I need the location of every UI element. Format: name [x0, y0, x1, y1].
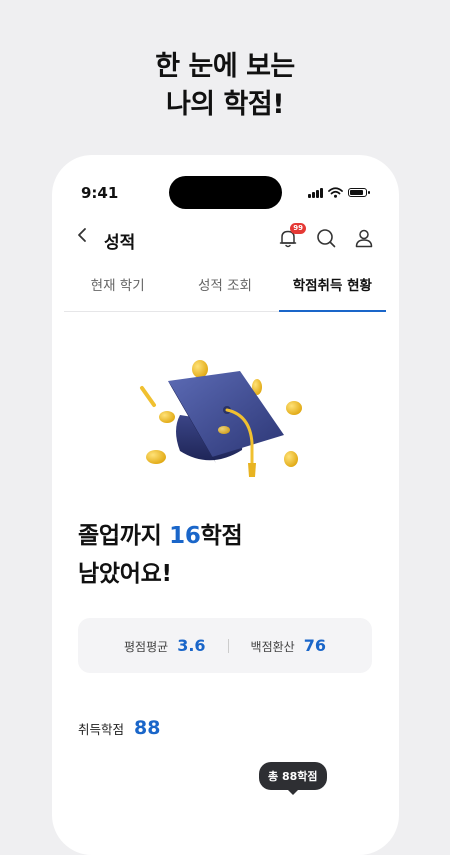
wifi-icon — [328, 187, 343, 198]
page-title: 성적 — [104, 233, 136, 253]
back-button[interactable] — [76, 227, 88, 248]
signal-icon — [308, 187, 323, 198]
status-icons — [308, 187, 370, 198]
graduation-headline: 졸업까지 16학점 남았어요! — [78, 517, 243, 593]
promo-line-2: 나의 학점! — [165, 89, 285, 120]
user-icon — [355, 229, 373, 248]
dynamic-island — [169, 176, 282, 209]
profile-button[interactable] — [353, 227, 375, 249]
gpa-label: 평점평균 — [124, 640, 169, 654]
gpa-value: 3.6 — [177, 636, 206, 655]
tab-credit-status[interactable]: 학점취득 현황 — [278, 273, 387, 312]
score-value: 76 — [303, 636, 326, 655]
remaining-credits: 16 — [169, 523, 201, 549]
search-icon — [317, 229, 336, 248]
tab-current-semester[interactable]: 현재 학기 — [64, 273, 171, 311]
battery-icon — [348, 188, 370, 197]
score-label: 백점환산 — [250, 640, 295, 654]
status-bar: 9:41 — [52, 155, 399, 235]
headline-suffix: 학점 — [200, 523, 243, 549]
phone-screen: 9:41 성적 99 현재 학기 성적 조회 학점취득 현황 졸업까지 16학점… — [52, 155, 399, 855]
promo-line-1: 한 눈에 보는 — [155, 51, 295, 82]
divider — [227, 638, 229, 653]
graduation-cap-illustration — [140, 360, 302, 477]
earned-credits-label: 취득학점 — [78, 722, 125, 737]
header-actions: 99 — [277, 223, 375, 249]
headline-line-2: 남았어요! — [78, 561, 172, 587]
headline-prefix: 졸업까지 — [78, 523, 170, 549]
grade-summary-card: 평점평균 3.6 백점환산 76 — [78, 618, 372, 673]
chevron-left-icon — [78, 228, 86, 242]
app-header: 성적 99 — [52, 223, 399, 255]
notification-badge: 99 — [290, 223, 306, 234]
total-credits-tooltip: 총 88학점 — [259, 762, 327, 795]
status-time: 9:41 — [81, 184, 119, 202]
promo-title: 한 눈에 보는 나의 학점! — [0, 48, 450, 124]
earned-credits-value: 88 — [134, 717, 161, 739]
notification-button[interactable]: 99 — [277, 223, 306, 249]
search-button[interactable] — [315, 227, 337, 249]
earned-credits: 취득학점 88 — [78, 717, 160, 739]
tab-bar: 현재 학기 성적 조회 학점취득 현황 — [64, 273, 387, 312]
tab-grade-inquiry[interactable]: 성적 조회 — [171, 273, 278, 311]
